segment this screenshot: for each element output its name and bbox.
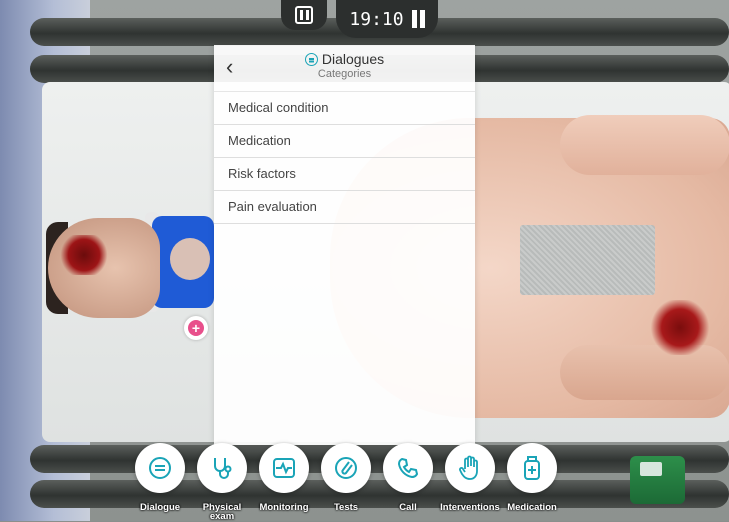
toolbar-label: Dialogue (139, 502, 181, 513)
pause-icon (295, 6, 313, 24)
head-wound[interactable] (60, 235, 108, 275)
pause-button[interactable] (281, 0, 327, 30)
toolbar-monitoring[interactable]: Monitoring (254, 443, 314, 512)
dialogue-panel: ‹ Dialogues Categories Medical condition… (214, 45, 475, 445)
toolbar-label: Tests (333, 502, 359, 513)
toolbar-interventions[interactable]: Interventions (440, 443, 500, 512)
hand-icon[interactable] (445, 443, 495, 493)
medicine-bottle-icon[interactable] (507, 443, 557, 493)
toolbar-tests[interactable]: Tests (316, 443, 376, 512)
add-button[interactable]: + (184, 316, 208, 340)
panel-title: Dialogues (321, 51, 385, 67)
action-toolbar: Dialogue Physical exam Monitoring Tests … (0, 440, 729, 521)
leg-wound[interactable] (650, 300, 710, 355)
game-timer[interactable]: 19:10 (336, 0, 438, 38)
category-medication[interactable]: Medication (214, 125, 475, 158)
toolbar-label: Medication (507, 502, 557, 513)
toolbar-label: Call (399, 502, 417, 513)
toolbar-label: Interventions (440, 502, 500, 513)
category-pain-evaluation[interactable]: Pain evaluation (214, 191, 475, 224)
timer-text: 19:10 (349, 8, 404, 30)
plus-icon: + (188, 320, 204, 336)
collar-chin-pad (170, 238, 210, 280)
toolbar-medication[interactable]: Medication (502, 443, 562, 512)
panel-header: ‹ Dialogues Categories (214, 45, 475, 92)
patient-left-leg[interactable] (560, 115, 729, 175)
panel-subtitle: Categories (317, 68, 372, 80)
toolbar-dialogue[interactable]: Dialogue (130, 443, 190, 512)
test-tube-icon[interactable] (321, 443, 371, 493)
timer-pause-icon[interactable] (411, 10, 425, 28)
toolbar-call[interactable]: Call (378, 443, 438, 512)
chat-icon[interactable] (135, 443, 185, 493)
category-risk-factors[interactable]: Risk factors (214, 158, 475, 191)
chat-icon (304, 52, 318, 66)
panel-title-block: Dialogues Categories (214, 51, 475, 80)
toolbar-label: Monitoring (259, 502, 309, 513)
category-medical-condition[interactable]: Medical condition (214, 92, 475, 125)
stethoscope-icon[interactable] (197, 443, 247, 493)
toolbar-physical-exam[interactable]: Physical exam (192, 443, 252, 521)
heart-monitor-icon[interactable] (259, 443, 309, 493)
toolbar-label: Physical exam (202, 502, 242, 522)
gauze-pad[interactable] (520, 225, 655, 295)
phone-icon[interactable] (383, 443, 433, 493)
